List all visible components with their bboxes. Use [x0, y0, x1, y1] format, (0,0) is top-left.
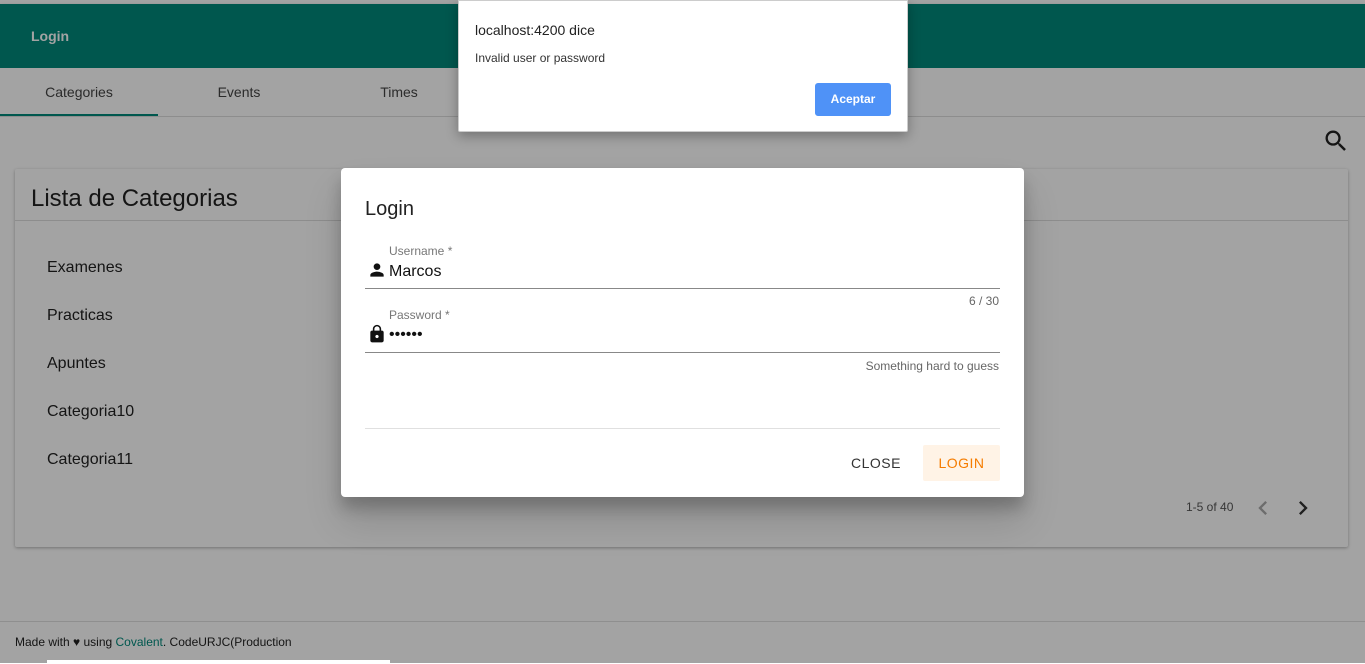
password-label: Password *: [389, 308, 450, 322]
login-dialog: Login Username * Marcos 6 / 30 Password …: [341, 168, 1024, 497]
login-button[interactable]: LOGIN: [923, 445, 1000, 481]
password-hint: Something hard to guess: [865, 359, 999, 373]
password-input[interactable]: ••••••: [389, 326, 423, 344]
username-input[interactable]: Marcos: [389, 263, 441, 281]
browser-alert-dialog: localhost:4200 dice Invalid user or pass…: [458, 0, 908, 132]
alert-message: Invalid user or password: [475, 51, 606, 65]
close-button[interactable]: CLOSE: [841, 445, 911, 481]
alert-title: localhost:4200 dice: [475, 22, 595, 38]
username-label: Username *: [389, 244, 453, 258]
dialog-actions-divider: [365, 428, 1000, 429]
username-underline: [365, 288, 1000, 289]
username-counter: 6 / 30: [968, 294, 999, 308]
dialog-title: Login: [365, 198, 414, 220]
person-icon: [367, 260, 387, 280]
lock-icon: [367, 323, 387, 343]
password-underline: [365, 352, 1000, 353]
accept-button[interactable]: Aceptar: [815, 83, 891, 116]
